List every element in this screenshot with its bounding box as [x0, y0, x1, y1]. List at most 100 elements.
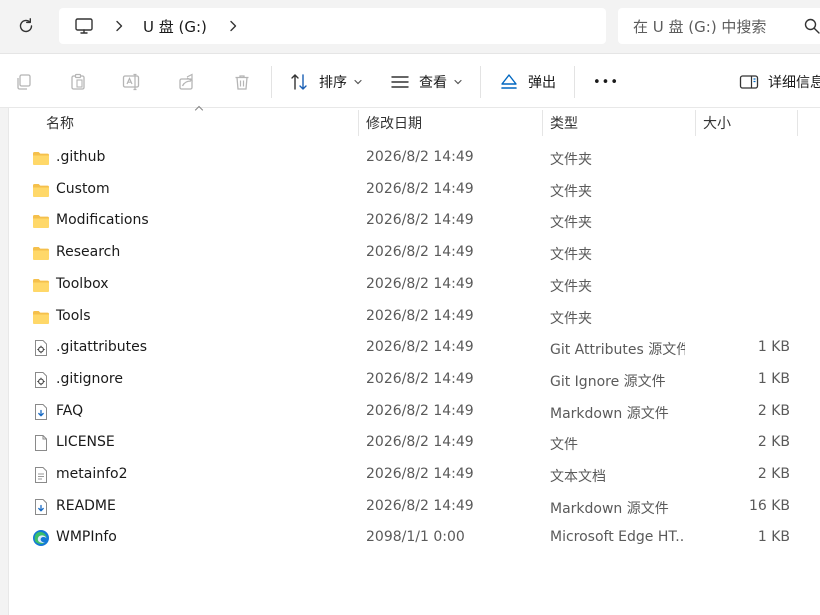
file-name: README	[56, 497, 116, 514]
file-date: 2026/8/2 14:49	[366, 307, 474, 324]
file-row[interactable]: README 2026/8/2 14:49 Markdown 源文件 16 KB	[10, 491, 810, 523]
chevron-down-icon	[453, 77, 463, 87]
file-row[interactable]: Toolbox 2026/8/2 14:49 文件夹	[10, 269, 810, 301]
file-type: Microsoft Edge HT...	[550, 529, 685, 546]
file-name: Toolbox	[56, 275, 109, 292]
file-row[interactable]: Tools 2026/8/2 14:49 文件夹	[10, 301, 810, 333]
file-date: 2026/8/2 14:49	[366, 370, 474, 387]
file-type: Markdown 源文件	[550, 405, 669, 422]
file-type: 文件夹	[550, 183, 592, 200]
details-pane-icon	[738, 71, 760, 93]
rename-icon[interactable]	[121, 71, 143, 93]
config-icon	[32, 371, 50, 389]
file-row[interactable]: LICENSE 2026/8/2 14:49 文件 2 KB	[10, 427, 810, 459]
copy-icon[interactable]	[13, 71, 35, 93]
details-pane-label: 详细信息	[768, 75, 820, 91]
file-type: 文件	[550, 437, 578, 454]
file-row[interactable]: metainfo2 2026/8/2 14:49 文本文档 2 KB	[10, 459, 810, 491]
column-header-type-label: 类型	[550, 116, 578, 132]
refresh-icon[interactable]	[13, 13, 39, 39]
file-name: .gitattributes	[56, 339, 148, 356]
file-type: Git Ignore 源文件	[550, 373, 666, 390]
file-date: 2098/1/1 0:00	[366, 529, 465, 546]
file-size: 2 KB	[757, 434, 790, 451]
column-header-name-label: 名称	[46, 116, 74, 132]
file-name: WMPInfo	[56, 529, 117, 546]
view-label: 查看	[419, 75, 447, 91]
eject-button[interactable]: 弹出	[498, 67, 556, 97]
file-size: 1 KB	[757, 370, 790, 387]
sort-ascending-icon	[194, 105, 204, 111]
column-header-date[interactable]: 修改日期	[366, 108, 422, 138]
edge-icon	[32, 529, 50, 547]
file-row[interactable]: WMPInfo 2098/1/1 0:00 Microsoft Edge HT...…	[10, 522, 810, 554]
search-input[interactable]: 在 U 盘 (G:) 中搜索	[618, 8, 820, 44]
column-header-name[interactable]: 名称	[46, 108, 74, 138]
toolbar-divider	[480, 66, 481, 98]
file-date: 2026/8/2 14:49	[366, 180, 474, 197]
file-icon	[32, 434, 50, 452]
column-header-date-label: 修改日期	[366, 116, 422, 132]
markdown-icon	[32, 498, 50, 516]
file-row[interactable]: Modifications 2026/8/2 14:49 文件夹	[10, 205, 810, 237]
file-type: 文件夹	[550, 152, 592, 168]
sort-button[interactable]: 排序	[289, 67, 363, 97]
view-button[interactable]: 查看	[389, 67, 463, 97]
file-row[interactable]: .gitattributes 2026/8/2 14:49 Git Attribut…	[10, 332, 810, 364]
markdown-icon	[32, 403, 50, 421]
paste-icon[interactable]	[67, 71, 89, 93]
more-button[interactable]: •••	[593, 67, 619, 97]
command-bar: 排序 查看 弹出 ••• 详细信息	[0, 55, 820, 108]
chevron-down-icon	[353, 77, 363, 87]
search-placeholder: 在 U 盘 (G:) 中搜索	[633, 17, 767, 36]
column-header-size[interactable]: 大小	[703, 108, 731, 138]
column-header-type[interactable]: 类型	[550, 108, 578, 138]
file-row[interactable]: .gitignore 2026/8/2 14:49 Git Ignore 源文件 1 …	[10, 364, 810, 396]
breadcrumb-drive[interactable]: U 盘 (G:)	[143, 16, 207, 37]
file-row[interactable]: Research 2026/8/2 14:49 文件夹	[10, 237, 810, 269]
file-row[interactable]: .github 2026/8/2 14:49 文件夹	[10, 142, 810, 174]
file-name: .gitignore	[56, 370, 123, 387]
file-row[interactable]: Custom 2026/8/2 14:49 文件夹	[10, 174, 810, 206]
file-type: 文本文档	[550, 469, 606, 485]
navigation-pane-edge	[0, 108, 9, 615]
column-divider[interactable]	[797, 110, 798, 136]
sort-icon	[289, 71, 311, 93]
file-size: 1 KB	[757, 339, 790, 356]
view-icon	[389, 71, 411, 93]
column-divider[interactable]	[358, 110, 359, 136]
address-path[interactable]: U 盘 (G:)	[59, 8, 606, 44]
file-type: 文件夹	[550, 247, 592, 264]
eject-icon	[498, 71, 520, 93]
file-size: 2 KB	[757, 402, 790, 419]
file-date: 2026/8/2 14:49	[366, 244, 474, 261]
config-icon	[32, 339, 50, 357]
share-icon[interactable]	[176, 71, 198, 93]
column-divider[interactable]	[542, 110, 543, 136]
file-date: 2026/8/2 14:49	[366, 466, 474, 482]
details-pane-button[interactable]: 详细信息	[738, 67, 820, 97]
column-divider[interactable]	[695, 110, 696, 136]
file-size: 1 KB	[757, 529, 790, 546]
chevron-right-icon[interactable]	[223, 16, 243, 36]
toolbar-divider	[574, 66, 575, 98]
file-type: Markdown 源文件	[550, 500, 669, 517]
file-name: Custom	[56, 180, 110, 197]
address-bar: U 盘 (G:) 在 U 盘 (G:) 中搜索	[0, 0, 820, 54]
file-type: 文件夹	[550, 278, 592, 295]
eject-label: 弹出	[528, 75, 556, 91]
chevron-right-icon[interactable]	[109, 16, 129, 36]
more-icon: •••	[593, 74, 620, 90]
file-name: .github	[56, 149, 106, 165]
delete-icon[interactable]	[231, 71, 253, 93]
file-type: 文件夹	[550, 310, 592, 327]
folder-icon	[32, 276, 50, 294]
folder-icon	[32, 181, 50, 199]
file-date: 2026/8/2 14:49	[366, 339, 474, 356]
file-row[interactable]: FAQ 2026/8/2 14:49 Markdown 源文件 2 KB	[10, 396, 810, 428]
sort-label: 排序	[319, 75, 347, 91]
computer-icon[interactable]	[73, 15, 95, 37]
file-date: 2026/8/2 14:49	[366, 497, 474, 514]
file-size: 16 KB	[748, 497, 790, 514]
file-date: 2026/8/2 14:49	[366, 212, 474, 229]
